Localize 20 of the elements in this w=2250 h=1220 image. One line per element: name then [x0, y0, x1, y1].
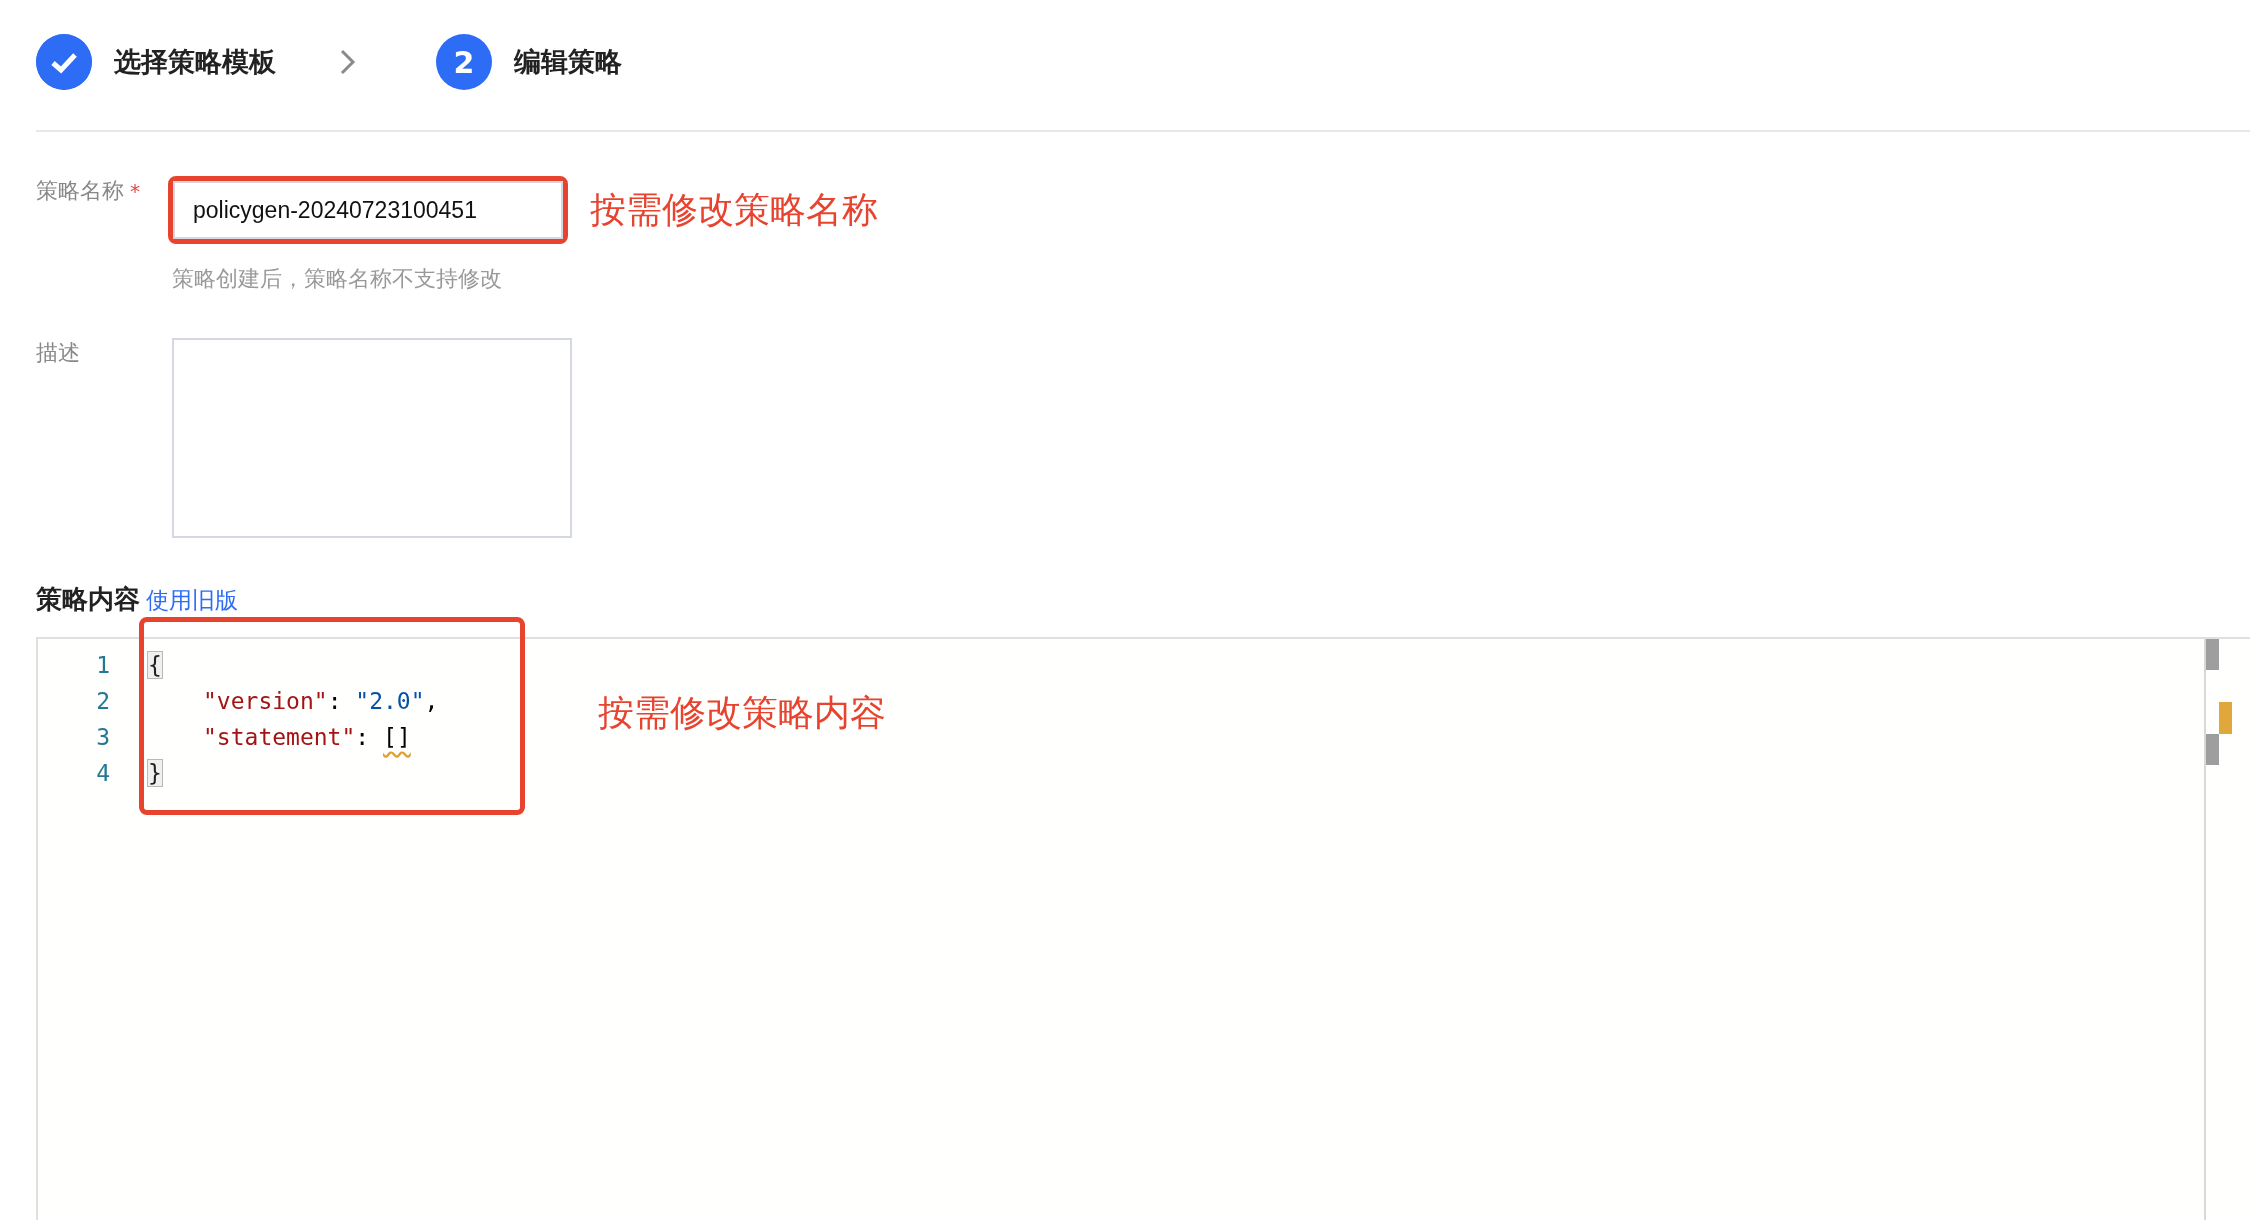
line-number: 1 [95, 652, 110, 678]
section-title: 策略内容 [36, 583, 140, 616]
annotation-note: 按需修改策略名称 [590, 187, 878, 232]
annotation-note: 按需修改策略内容 [598, 691, 886, 735]
field-label: 策略名称 [36, 178, 124, 203]
step-label: 编辑策略 [514, 45, 622, 79]
code-line: "version": "2.0", [202, 688, 439, 714]
field-hint: 策略创建后，策略名称不支持修改 [172, 265, 503, 293]
chevron-right-icon [340, 49, 356, 75]
line-number: 3 [95, 724, 110, 750]
required-mark: * [130, 179, 140, 203]
step-number: 2 [436, 34, 492, 90]
line-number: 2 [95, 688, 110, 714]
line-number: 4 [95, 760, 110, 786]
field-label: 描述 [36, 339, 81, 367]
step-label: 选择策略模板 [114, 45, 276, 79]
code-line: "statement": [] [202, 724, 411, 750]
description-field[interactable] [172, 338, 572, 538]
policy-name-field[interactable]: policygen-20240723100451 [173, 181, 563, 239]
legacy-link[interactable]: 使用旧版 [146, 585, 238, 616]
